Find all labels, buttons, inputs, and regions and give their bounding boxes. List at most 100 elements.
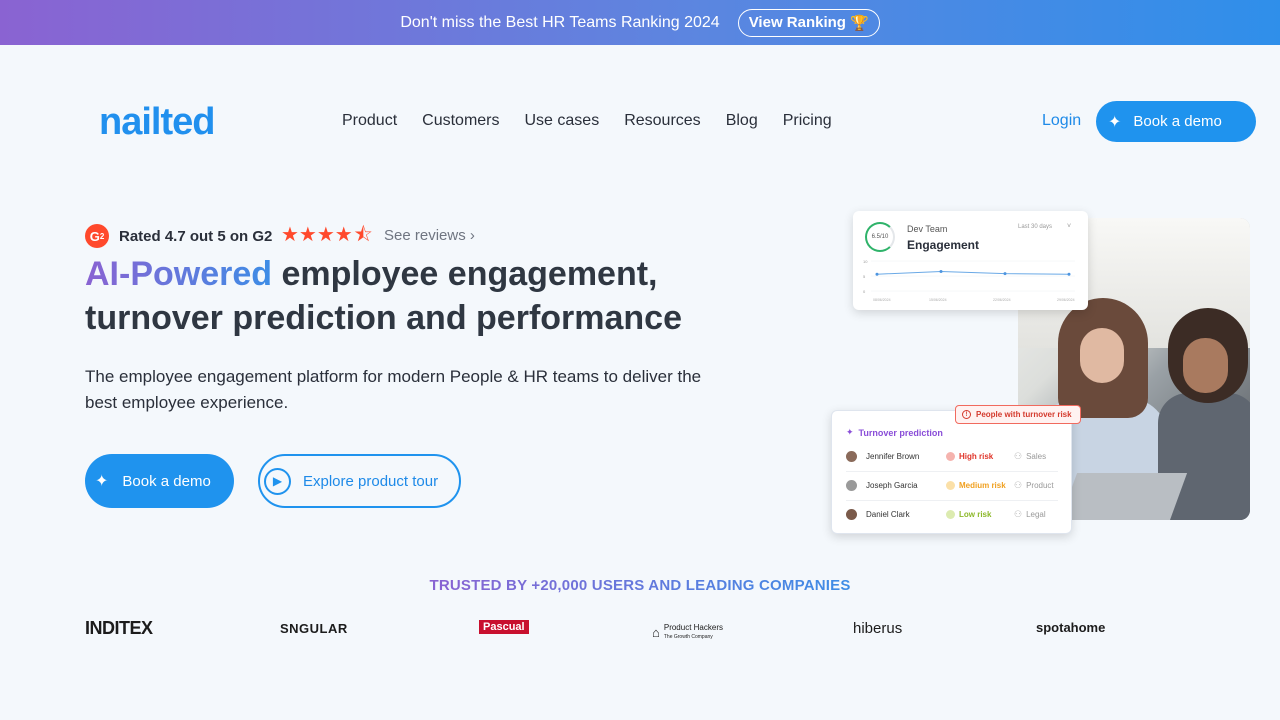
x-date-4: 29/06/2024: [1057, 298, 1075, 302]
warning-icon: !: [962, 410, 971, 419]
y-tick-0: 0: [863, 289, 866, 294]
full-stars-icon: ★★★★: [281, 224, 353, 246]
team-icon: ⚇: [1014, 479, 1023, 490]
engagement-team: Dev Team: [907, 224, 948, 234]
sparkle-icon: ✦: [95, 473, 109, 490]
risk-label: High risk: [959, 451, 994, 461]
nav-product[interactable]: Product: [342, 112, 397, 130]
trusted-heading-label: TRUSTED BY +20,000 USERS AND LEADING COM…: [429, 577, 851, 594]
headline-highlight: AI-Powered: [85, 255, 273, 293]
nav-customers[interactable]: Customers: [422, 112, 499, 130]
view-ranking-label: View Ranking: [748, 14, 846, 31]
engagement-period[interactable]: Last 30 days: [1018, 224, 1052, 230]
department-label: Legal: [1026, 509, 1046, 519]
row-divider: [846, 500, 1058, 501]
turnover-row[interactable]: Daniel Clark Low risk ⚇ Legal: [846, 504, 1061, 524]
header-book-demo-label: Book a demo: [1133, 113, 1222, 130]
risk-badge: Medium risk: [946, 480, 1014, 490]
trophy-icon: 🏆: [849, 14, 869, 32]
spotahome-logo: spotahome: [1036, 620, 1106, 635]
engagement-point: [1003, 272, 1007, 276]
sngular-logo: SNGULAR: [280, 621, 348, 636]
nav-blog[interactable]: Blog: [726, 112, 758, 130]
turnover-risk-badge-label: People with turnover risk: [976, 410, 1072, 419]
engagement-point: [1067, 272, 1071, 276]
headline-part-2: turnover prediction and performance: [85, 299, 682, 337]
employee-name: Joseph Garcia: [866, 480, 918, 490]
x-date-1: 08/06/2024: [873, 298, 891, 302]
engagement-line-chart: 10 5 0 08/06/2024 15/06/2024 22/06/2024 …: [863, 259, 1075, 302]
half-star-icon: ⯪: [353, 224, 373, 246]
risk-badge: Low risk: [946, 509, 1014, 519]
turnover-title-label: Turnover prediction: [858, 427, 943, 438]
engagement-title: Engagement: [907, 238, 980, 252]
chevron-down-icon[interactable]: ˅: [1067, 223, 1071, 230]
y-tick-10: 10: [863, 259, 868, 264]
sparkle-icon: ✦: [846, 427, 854, 437]
row-divider: [846, 471, 1058, 472]
rating-stars: ★★★★ ⯪: [281, 224, 373, 246]
department-label: Sales: [1026, 451, 1047, 461]
main-nav: Product Customers Use cases Resources Bl…: [342, 112, 832, 130]
risk-label: Low risk: [959, 509, 992, 519]
hiberus-logo: hiberus: [853, 620, 903, 637]
turnover-title: ✦ Turnover prediction: [846, 427, 943, 438]
engagement-point: [939, 270, 943, 273]
team-icon: ⚇: [1014, 508, 1023, 519]
header-book-demo-button[interactable]: ✦ Book a demo: [1096, 101, 1256, 142]
engagement-score-ring: 6.5/10: [865, 222, 895, 252]
x-date-3: 22/06/2024: [993, 298, 1011, 302]
turnover-row[interactable]: Jennifer Brown High risk ⚇ Sales: [846, 446, 1061, 466]
product-hackers-logo: ⌂ Product Hackers The Growth Company: [652, 624, 723, 641]
inditex-logo: INDITEX: [85, 618, 153, 638]
explore-tour-label: Explore product tour: [303, 472, 439, 490]
team-icon: ⚇: [1014, 450, 1023, 461]
headline-part-1: employee engagement,: [272, 255, 658, 293]
hero-subtitle: The employee engagement platform for mod…: [85, 367, 702, 412]
avatar: [846, 508, 857, 520]
login-link[interactable]: Login: [1042, 112, 1081, 130]
department: ⚇ Legal: [1014, 509, 1046, 520]
g2-logo-icon: G2: [85, 224, 109, 248]
nailted-logo[interactable]: nailted: [99, 102, 215, 142]
g2-badge-number: 2: [99, 231, 105, 241]
turnover-risk-badge: ! People with turnover risk: [955, 405, 1081, 424]
pascual-logo: Pascual: [479, 620, 529, 634]
product-hackers-name: Product Hackers: [663, 623, 723, 632]
sparkle-icon: ✦: [1108, 113, 1122, 131]
explore-tour-button[interactable]: ▶ Explore product tour: [258, 454, 461, 508]
avatar: [846, 479, 857, 491]
turnover-card: ✦ Turnover prediction Jennifer Brown Hig…: [831, 410, 1072, 534]
see-reviews-link[interactable]: See reviews ›: [384, 227, 475, 244]
play-icon: ▶: [264, 467, 291, 495]
announcement-message: Don't miss the Best HR Teams Ranking 202…: [400, 13, 720, 31]
risk-badge: High risk: [946, 451, 1014, 461]
risk-icon: [946, 509, 955, 519]
avatar: [846, 450, 857, 462]
turnover-row[interactable]: Joseph Garcia Medium risk ⚇ Product: [846, 475, 1061, 495]
department: ⚇ Product: [1014, 480, 1054, 491]
rocket-icon: ⌂: [652, 625, 660, 640]
nav-use-cases[interactable]: Use cases: [525, 112, 600, 130]
engagement-point: [875, 272, 879, 276]
trusted-heading: TRUSTED BY +20,000 USERS AND LEADING COM…: [0, 577, 1280, 594]
announcement-bar: Don't miss the Best HR Teams Ranking 202…: [0, 0, 1280, 45]
rating-text: Rated 4.7 out 5 on G2: [119, 228, 273, 245]
risk-icon: [946, 451, 955, 461]
x-date-2: 15/06/2024: [929, 298, 947, 302]
engagement-card: 6.5/10 Dev Team Engagement Last 30 days …: [853, 211, 1088, 310]
product-hackers-tagline: The Growth Company: [663, 634, 713, 640]
nav-pricing[interactable]: Pricing: [783, 112, 832, 130]
engagement-series-line: [876, 270, 1070, 275]
hero-headline: AI-Powered employee engagement, turnover…: [85, 252, 725, 340]
view-ranking-button[interactable]: View Ranking 🏆: [737, 8, 880, 37]
hero-book-demo-label: Book a demo: [122, 472, 211, 490]
risk-icon: [946, 480, 955, 490]
y-tick-5: 5: [863, 274, 866, 279]
risk-label: Medium risk: [959, 480, 1006, 490]
hero-book-demo-button[interactable]: ✦ Book a demo: [85, 454, 234, 508]
employee-name: Jennifer Brown: [866, 451, 920, 461]
nav-resources[interactable]: Resources: [624, 112, 700, 130]
department: ⚇ Sales: [1014, 451, 1046, 462]
employee-name: Daniel Clark: [866, 509, 910, 519]
